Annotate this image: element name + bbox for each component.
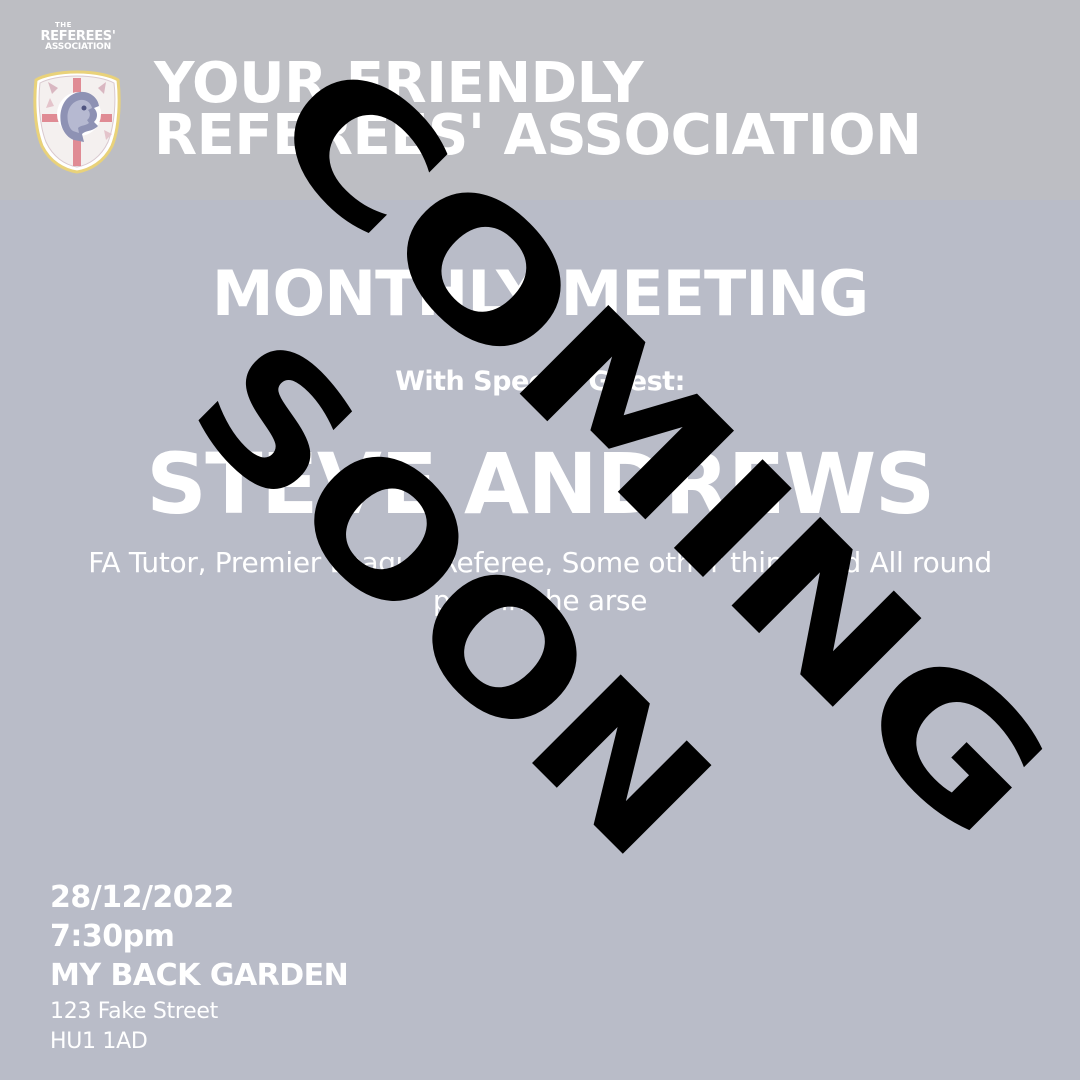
shield-crest-icon <box>33 70 121 174</box>
meeting-title: MONTHLY MEETING <box>211 257 869 330</box>
header-title: YOUR FRIENDLY REFEREES' ASSOCIATION <box>154 56 922 168</box>
event-venue: MY BACK GARDEN <box>50 958 349 993</box>
guest-name: STEVE ANDREWS <box>146 435 935 533</box>
logo-wordmark: THE REFEREES' ASSOCIATION <box>26 22 130 52</box>
event-details: 28/12/2022 7:30pm MY BACK GARDEN 123 Fak… <box>50 878 550 1057</box>
guest-description: FA Tutor, Premier League Referee, Some o… <box>88 546 992 617</box>
event-date: 28/12/2022 <box>50 880 234 915</box>
logo-association: ASSOCIATION <box>45 42 111 52</box>
special-guest-label: With Special Guest: <box>395 366 685 397</box>
header-title-line2: REFEREES' ASSOCIATION <box>154 103 922 168</box>
address-line1: 123 Fake Street <box>50 999 218 1024</box>
referees-association-logo: THE REFEREES' ASSOCIATION <box>26 22 130 174</box>
address-line2: HU1 1AD <box>50 1029 148 1054</box>
logo-the: THE <box>55 21 72 29</box>
header-banner: THE REFEREES' ASSOCIATION YOUR FRIENDLY … <box>0 0 1080 200</box>
event-time: 7:30pm <box>50 919 175 954</box>
